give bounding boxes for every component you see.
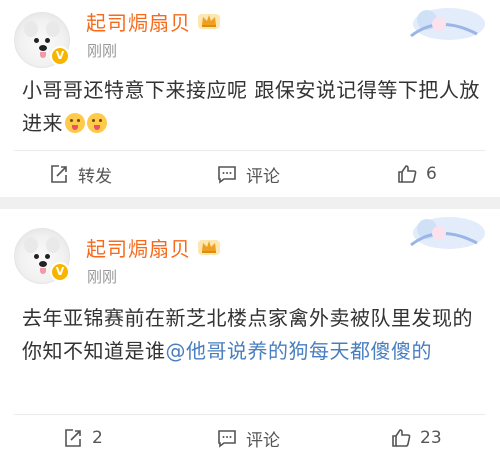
comment-icon [218,430,236,448]
like-count: 23 [420,428,442,448]
share-icon [65,429,81,447]
thumbs-up-icon [398,165,417,183]
comment-button[interactable]: 评论 [216,418,280,458]
divider [14,414,486,415]
username[interactable]: 起司焗扇贝 [86,233,191,262]
share-icon [51,165,67,183]
action-bar: 2 评论 23 [0,418,500,458]
like-count: 6 [426,164,437,184]
divider [14,150,486,151]
crown-icon [198,14,220,29]
tongue-out-emoji-icon [65,113,85,133]
like-button[interactable]: 6 [396,154,437,194]
card-decoration [410,8,485,40]
like-button[interactable]: 23 [390,418,442,458]
repost-button[interactable]: 2 [62,418,103,458]
repost-count: 2 [92,428,103,448]
comment-icon [218,166,236,184]
comment-button[interactable]: 评论 [216,154,280,194]
verified-badge-icon: V [50,262,70,282]
tongue-out-emoji-icon [87,113,107,133]
verified-badge-icon: V [50,46,70,66]
repost-label: 转发 [78,166,112,187]
post-card: V 起司焗扇贝 刚刚 小哥哥还特意下来接应呢 跟保安说记得等下把人放进来 转发 … [0,0,500,197]
post-content: 去年亚锦赛前在新芝北楼点家禽外卖被队里发现的你知不知道是谁@他哥说养的狗每天都傻… [22,302,482,368]
post-content: 小哥哥还特意下来接应呢 跟保安说记得等下把人放进来 [22,74,482,140]
thumbs-up-icon [392,429,411,447]
action-bar: 转发 评论 6 [0,154,500,194]
post-card: V 起司焗扇贝 刚刚 去年亚锦赛前在新芝北楼点家禽外卖被队里发现的你知不知道是谁… [0,209,500,466]
username[interactable]: 起司焗扇贝 [86,7,191,36]
post-time: 刚刚 [87,42,118,60]
post-time: 刚刚 [87,268,118,286]
comment-label: 评论 [246,430,280,451]
crown-icon [198,240,220,255]
weibo-feed: V 起司焗扇贝 刚刚 小哥哥还特意下来接应呢 跟保安说记得等下把人放进来 转发 … [0,0,500,466]
card-decoration [410,217,485,249]
comment-label: 评论 [246,166,280,187]
repost-button[interactable]: 转发 [48,154,112,194]
mention-link[interactable]: @他哥说养的狗每天都傻傻的 [166,339,433,363]
